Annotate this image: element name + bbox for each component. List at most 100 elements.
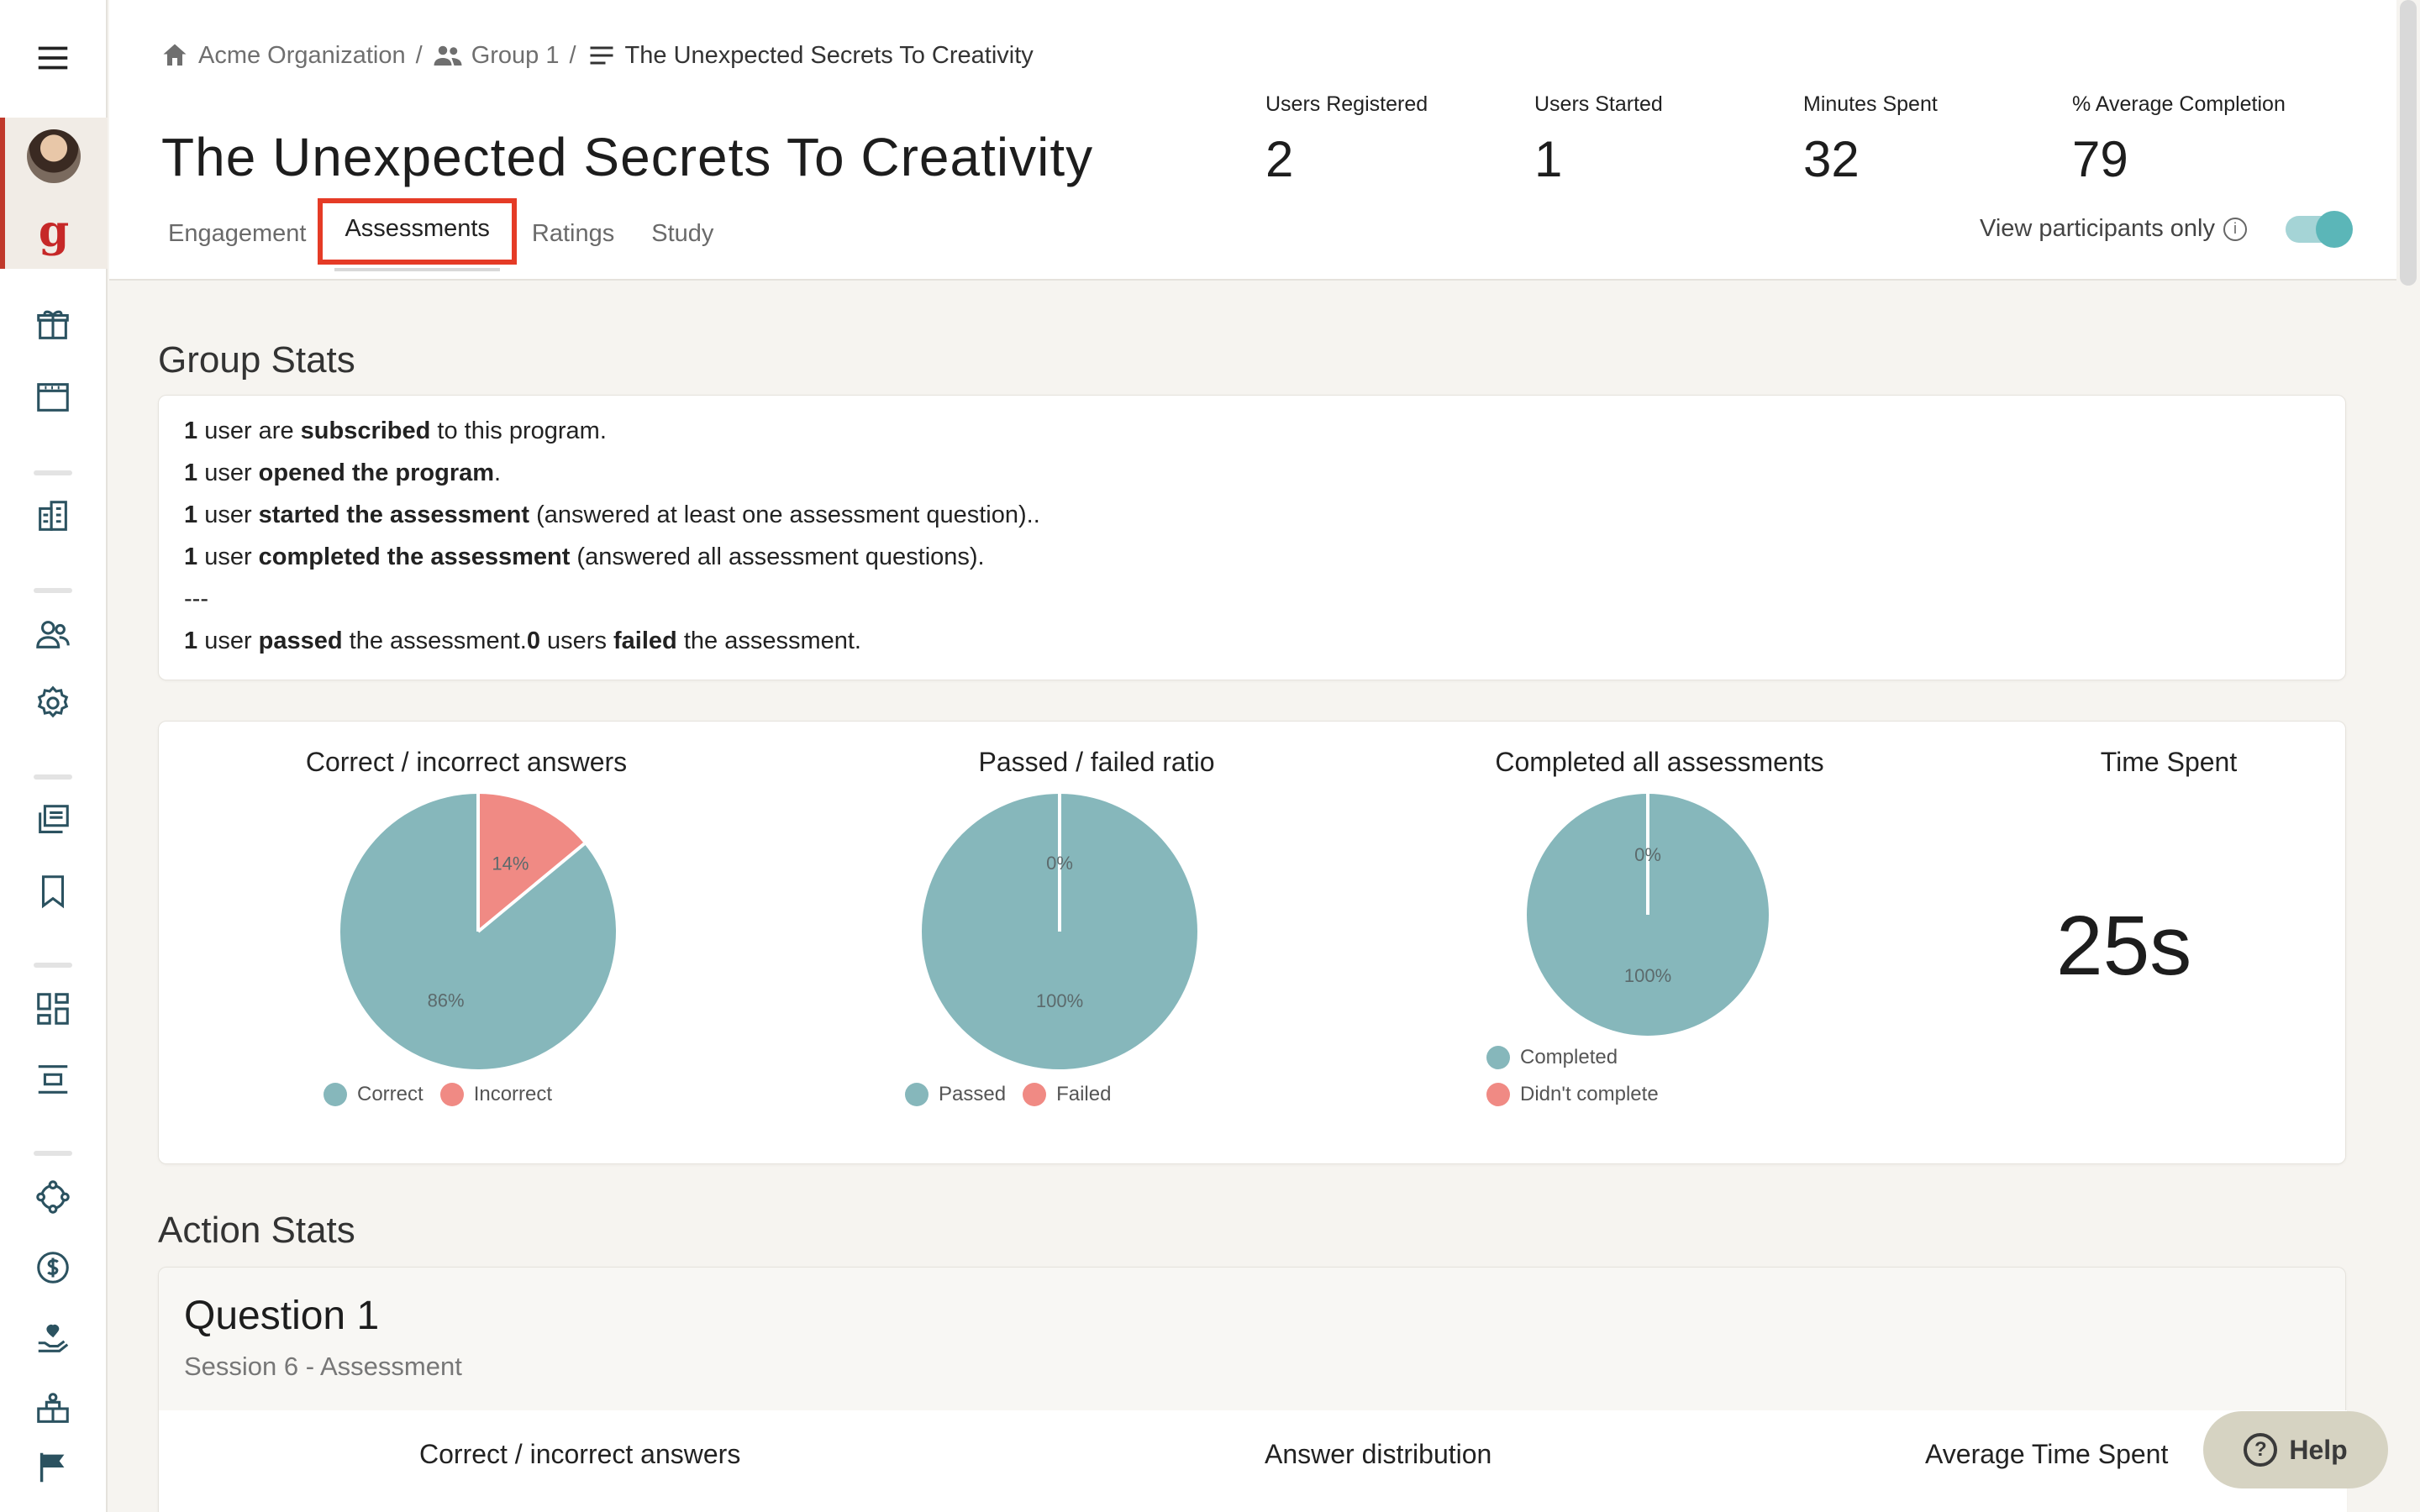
stat-label: Users Registered	[1265, 92, 1428, 116]
breadcrumb-program: The Unexpected Secrets To Creativity	[587, 40, 1034, 71]
layout-icon[interactable]	[30, 1057, 76, 1102]
sidebar-divider	[34, 774, 72, 780]
stat-label: % Average Completion	[2072, 92, 2286, 116]
question-chart-title: Average Time Spent	[1925, 1439, 2169, 1469]
flag-icon[interactable]	[30, 1445, 76, 1490]
dashboard-grid-icon[interactable]	[30, 986, 76, 1032]
info-icon[interactable]: i	[2223, 217, 2247, 241]
heart-hand-icon[interactable]	[30, 1315, 76, 1361]
action-stats-title: Action Stats	[158, 1210, 355, 1251]
legend-swatch	[1486, 1083, 1510, 1106]
page-header: Acme Organization / Group 1 / The Unexpe…	[109, 0, 2396, 281]
time-spent-block: Time Spent	[2043, 747, 2295, 778]
list-icon	[590, 46, 613, 65]
dollar-icon[interactable]	[30, 1245, 76, 1290]
sidebar-active-indicator	[0, 118, 5, 269]
legend-swatch	[1023, 1083, 1047, 1106]
group-stats-title: Group Stats	[158, 339, 355, 381]
legend-item-correct[interactable]: Correct	[324, 1083, 424, 1106]
assessment-charts-card: Correct / incorrect answers 86% 14% Corre…	[158, 721, 2346, 1164]
avatar[interactable]	[27, 129, 81, 183]
breadcrumb: Acme Organization / Group 1 / The Unexpe…	[160, 40, 1034, 71]
tab-bar: Engagement Assessments Ratings Study	[168, 198, 750, 271]
legend-item-didnt-complete[interactable]: Didn't complete	[1486, 1083, 1659, 1106]
group-stats-line: 1 user are subscribed to this program.	[184, 417, 607, 444]
breadcrumb-org[interactable]: Acme Organization	[160, 40, 406, 71]
group-stats-line: 1 user started the assessment (answered …	[184, 501, 1040, 528]
chart-title: Completed all assessments	[1495, 747, 1824, 777]
chart-legend: Passed Failed	[905, 1083, 1128, 1106]
legend-item-passed[interactable]: Passed	[905, 1083, 1006, 1106]
breadcrumb-group-label: Group 1	[471, 41, 560, 69]
tab-study[interactable]: Study	[651, 203, 713, 265]
pie-data-label: 100%	[1036, 990, 1083, 1011]
chart-legend: Correct Incorrect	[324, 1083, 569, 1106]
pie-chart-correct-incorrect: 86% 14%	[340, 794, 616, 1069]
participants-toggle-label: View participants only	[1980, 215, 2215, 242]
chart-completed-all: Completed all assessments	[1475, 747, 1844, 778]
chart-legend: Completed Didn't complete	[1486, 1046, 1676, 1106]
toggle-knob	[2316, 210, 2353, 248]
chart-passed-failed: Passed / failed ratio	[929, 747, 1265, 778]
question-card: Question 1 Session 6 - Assessment Correc…	[158, 1267, 2347, 1512]
buildings-icon[interactable]	[30, 494, 76, 539]
help-label: Help	[2289, 1434, 2348, 1465]
help-button[interactable]: ? Help	[2203, 1411, 2388, 1488]
tab-engagement[interactable]: Engagement	[168, 203, 306, 265]
legend-swatch	[439, 1083, 464, 1106]
gift-icon[interactable]	[30, 302, 76, 348]
stat-label: Users Started	[1534, 92, 1663, 116]
tab-assessments[interactable]: Assessments	[318, 198, 517, 271]
network-icon[interactable]	[30, 1174, 76, 1220]
legend-item-completed[interactable]: Completed	[1486, 1046, 1618, 1069]
breadcrumb-group[interactable]: Group 1	[433, 40, 560, 71]
stat-average-completion: % Average Completion 79	[2072, 92, 2286, 188]
sidebar-divider	[34, 1151, 72, 1156]
stat-value: 1	[1534, 131, 1563, 187]
legend-swatch	[905, 1083, 929, 1106]
participants-toggle[interactable]	[2286, 210, 2353, 248]
stat-value: 79	[2072, 131, 2128, 187]
group-stats-result: 1 user passed the assessment.0 users fai…	[184, 627, 861, 654]
breadcrumb-separator: /	[415, 41, 423, 69]
question-chart-title: Correct / incorrect answers	[419, 1439, 741, 1469]
group-icon	[434, 45, 462, 66]
legend-swatch	[324, 1083, 347, 1106]
pie-data-label: 0%	[1046, 853, 1073, 874]
bookmark-icon[interactable]	[30, 869, 76, 914]
chart-correct-incorrect: Correct / incorrect answers	[298, 747, 634, 778]
legend-swatch	[1486, 1046, 1510, 1069]
question-charts-row: Correct / incorrect answers Answer distr…	[159, 1410, 2347, 1512]
calendar-board-icon[interactable]	[30, 375, 76, 420]
stat-users-registered: Users Registered 2	[1265, 92, 1428, 188]
stat-label: Minutes Spent	[1803, 92, 1938, 116]
brand-logo-icon[interactable]: g	[35, 208, 72, 255]
chart-title: Passed / failed ratio	[978, 747, 1215, 777]
rewards-icon[interactable]	[30, 1386, 76, 1431]
home-icon	[163, 44, 187, 66]
group-stats-line: 1 user opened the program.	[184, 459, 502, 486]
participants-filter: View participants only i	[1980, 210, 2353, 248]
sidebar-divider	[34, 470, 72, 475]
stat-minutes-spent: Minutes Spent 32	[1803, 92, 1938, 188]
legend-item-failed[interactable]: Failed	[1023, 1083, 1111, 1106]
gear-icon[interactable]	[30, 680, 76, 726]
tab-ratings[interactable]: Ratings	[532, 203, 614, 265]
page-title: The Unexpected Secrets To Creativity	[161, 127, 1094, 187]
pie-chart-passed-failed: 100% 0%	[922, 794, 1197, 1069]
time-spent-value: 25s	[2056, 899, 2192, 993]
pie-data-label: 14%	[492, 853, 529, 874]
stat-value: 2	[1265, 131, 1294, 187]
library-icon[interactable]	[30, 798, 76, 843]
users-icon[interactable]	[30, 612, 76, 657]
pie-data-label: 0%	[1634, 844, 1661, 865]
legend-item-incorrect[interactable]: Incorrect	[439, 1083, 552, 1106]
question-title: Question 1	[184, 1294, 380, 1338]
page-scrollbar[interactable]	[2400, 0, 2417, 286]
sidebar-divider	[34, 963, 72, 968]
hamburger-menu-icon[interactable]	[30, 35, 76, 81]
stat-value: 32	[1803, 131, 1860, 187]
breadcrumb-program-label: The Unexpected Secrets To Creativity	[624, 41, 1034, 69]
breadcrumb-separator: /	[569, 41, 576, 69]
breadcrumb-org-label: Acme Organization	[198, 41, 406, 69]
